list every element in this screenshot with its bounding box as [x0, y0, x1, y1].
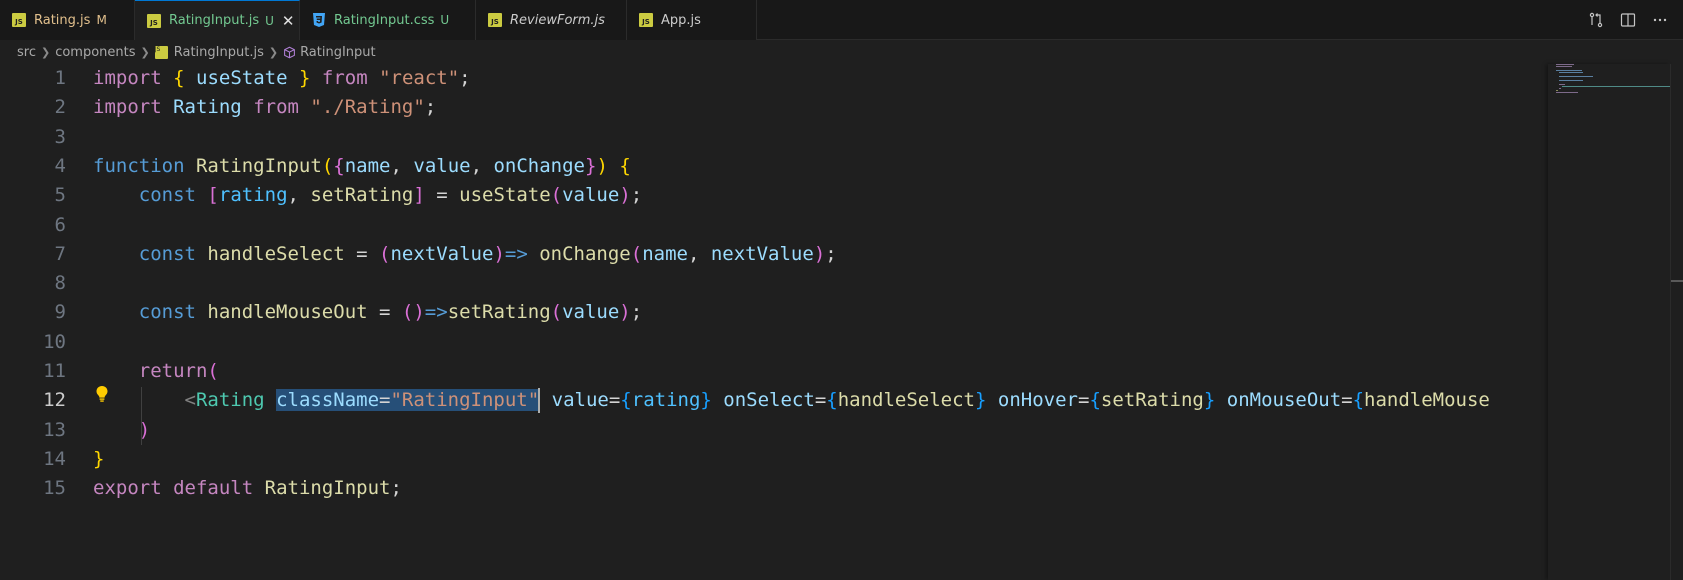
text-cursor — [538, 388, 541, 414]
tab-ratinginput-js[interactable]: JS RatingInput.js U ✕ — [135, 0, 300, 40]
line-number: 11 — [43, 360, 66, 382]
chevron-right-icon: ❯ — [40, 45, 51, 59]
code-text: return( — [138, 360, 219, 382]
close-icon[interactable]: ✕ — [282, 12, 295, 30]
git-status-badge: U — [265, 13, 274, 28]
code-text: const handleSelect = (nextValue)=> onCha… — [138, 242, 837, 265]
code-line: 13 ) — [0, 416, 1548, 445]
line-number: 8 — [54, 272, 66, 295]
code-line: 7 const handleSelect = (nextValue)=> onC… — [0, 240, 1548, 269]
line-number: 15 — [43, 477, 66, 500]
code-editor[interactable]: 1 import { useState } from "react"; 2 impo… — [0, 64, 1548, 580]
minimap-line — [1556, 92, 1578, 93]
scroll-thumb[interactable] — [1671, 280, 1683, 282]
tab-label: RatingInput.js — [169, 13, 260, 28]
code-line: 10 — [0, 328, 1548, 357]
tab-app-js[interactable]: JS App.js — [627, 0, 757, 40]
code-line: 2 import Rating from "./Rating"; — [0, 93, 1548, 122]
line-number: 14 — [43, 447, 66, 470]
split-editor-icon[interactable] — [1619, 11, 1637, 29]
code-text: } — [93, 447, 105, 470]
line-number: 4 — [54, 154, 66, 177]
code-line: 8 — [0, 269, 1548, 298]
tab-label: App.js — [661, 12, 701, 28]
tab-bar: JS Rating.js M JS RatingInput.js U ✕ Rat… — [0, 0, 1683, 40]
minimap-line — [1556, 90, 1558, 91]
vertical-scrollbar[interactable] — [1670, 64, 1683, 580]
code-line: 6 — [0, 211, 1548, 240]
code-text: import { useState } from "react"; — [93, 67, 471, 89]
code-line-current: 12 <Rating className="RatingInput" value… — [0, 386, 1548, 415]
code-text: const [rating, setRating] = useState(val… — [138, 184, 643, 207]
line-number: 12 — [43, 389, 66, 412]
line-number: 13 — [43, 418, 66, 441]
lightbulb-icon[interactable] — [94, 385, 110, 403]
git-status-badge: U — [440, 13, 450, 27]
breadcrumb: src ❯ components ❯ JS RatingInput.js ❯ R… — [17, 40, 376, 64]
editor-actions — [1587, 0, 1669, 40]
tab-reviewform-js[interactable]: JS ReviewForm.js — [476, 0, 627, 40]
code-text: export default RatingInput; — [93, 477, 402, 500]
line-number: 6 — [54, 213, 66, 236]
tab-label: Rating.js — [34, 12, 91, 28]
chevron-right-icon: ❯ — [140, 45, 150, 59]
line-number: 9 — [54, 301, 66, 324]
tab-rating-js[interactable]: JS Rating.js M — [0, 0, 135, 40]
code-line: 4 function RatingInput({name, value, onCh… — [0, 152, 1548, 181]
line-number: 5 — [54, 184, 66, 207]
breadcrumb-symbol[interactable]: RatingInput — [300, 45, 376, 60]
code-line: 15 export default RatingInput; — [0, 474, 1548, 503]
git-status-badge: M — [96, 13, 107, 27]
code-text: <Rating className="RatingInput" value={r… — [184, 388, 1490, 414]
minimap-line — [1559, 76, 1593, 77]
symbol-cube-icon — [283, 46, 296, 59]
minimap-line — [1559, 72, 1583, 73]
js-file-icon: JS — [12, 13, 26, 27]
breadcrumb-file[interactable]: RatingInput.js — [174, 45, 264, 60]
chevron-right-icon: ❯ — [268, 45, 279, 59]
line-number: 10 — [43, 330, 66, 353]
code-text: const handleMouseOut = ()=>setRating(val… — [138, 301, 643, 324]
tab-ratinginput-css[interactable]: RatingInput.css U — [300, 0, 476, 40]
minimap-line — [1556, 66, 1572, 67]
breadcrumb-src[interactable]: src — [17, 45, 36, 60]
minimap[interactable] — [1548, 64, 1670, 580]
code-text: ) — [138, 418, 151, 441]
line-number: 7 — [54, 242, 66, 265]
git-compare-icon[interactable] — [1587, 11, 1605, 29]
code-text: import Rating from "./Rating"; — [93, 96, 437, 119]
code-line: 9 const handleMouseOut = ()=>setRating(v… — [0, 298, 1548, 327]
code-line: 5 const [rating, setRating] = useState(v… — [0, 181, 1548, 210]
js-file-icon: JS — [488, 13, 502, 27]
minimap-line — [1559, 84, 1565, 85]
code-line: 14} — [0, 445, 1548, 474]
line-number: 3 — [54, 125, 66, 148]
minimap-line — [1556, 64, 1574, 65]
minimap-line — [1559, 80, 1583, 81]
code-line: 1 import { useState } from "react"; — [0, 64, 1548, 93]
breadcrumb-components[interactable]: components — [55, 45, 135, 60]
code-line: 11 return( — [0, 357, 1548, 386]
css-file-icon — [312, 13, 326, 27]
more-actions-icon[interactable] — [1651, 11, 1669, 29]
tab-label: ReviewForm.js — [510, 12, 605, 28]
js-file-icon: JS — [639, 13, 653, 27]
js-file-icon: JS — [147, 13, 161, 28]
line-number: 1 — [54, 67, 66, 89]
tab-label: RatingInput.css — [334, 12, 435, 28]
minimap-line — [1559, 88, 1561, 89]
line-number: 2 — [54, 96, 66, 119]
minimap-line — [1556, 70, 1582, 71]
minimap-line — [1562, 86, 1670, 87]
code-text: function RatingInput({name, value, onCha… — [93, 154, 631, 177]
js-file-icon: JS — [154, 45, 168, 59]
code-line: 3 — [0, 123, 1548, 152]
